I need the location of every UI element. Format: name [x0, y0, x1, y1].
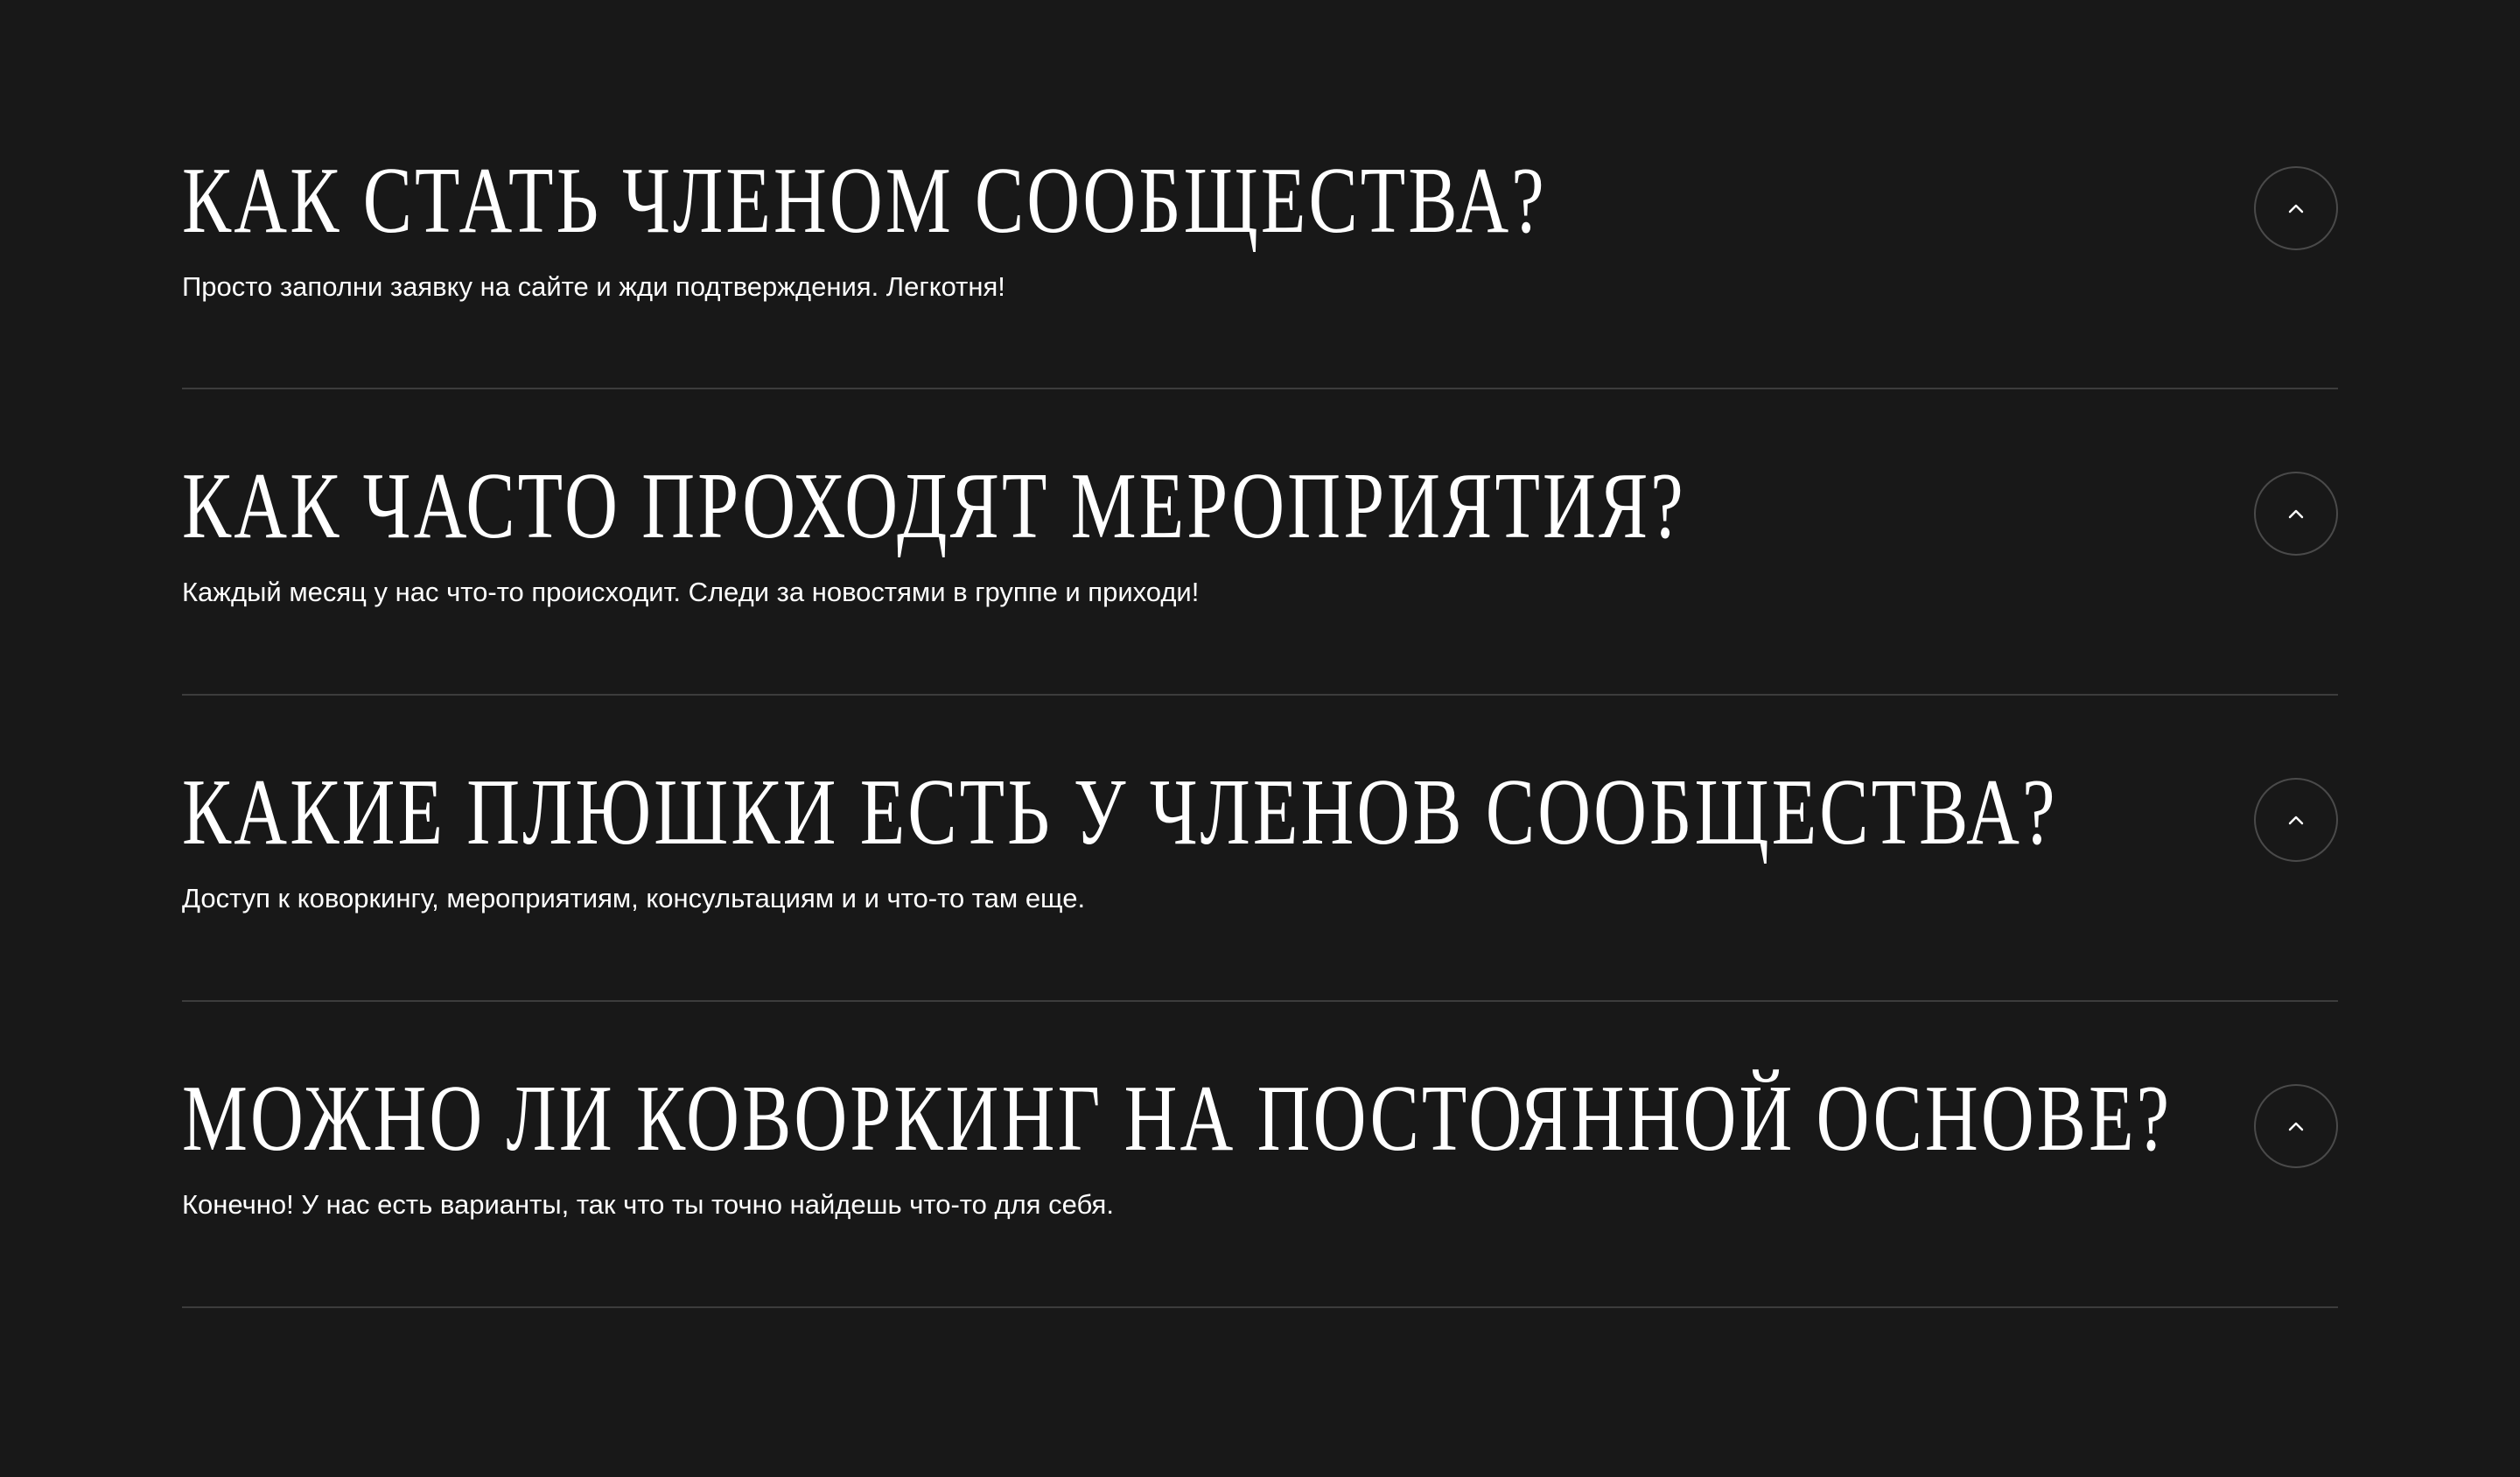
faq-answer: Просто заполни заявку на сайте и жди под…: [182, 271, 1005, 302]
faq-answer: Конечно! У нас есть варианты, так что ты…: [182, 1189, 1114, 1220]
chevron-up-icon: [2288, 204, 2304, 214]
faq-question[interactable]: КАК СТАТЬ ЧЛЕНОМ СООБЩЕСТВА?: [182, 154, 1547, 248]
faq-item: КАКИЕ ПЛЮШКИ ЕСТЬ У ЧЛЕНОВ СООБЩЕСТВА? Д…: [182, 696, 2338, 1002]
chevron-up-icon: [2288, 1122, 2304, 1131]
faq-question[interactable]: КАК ЧАСТО ПРОХОДЯТ МЕРОПРИЯТИЯ?: [182, 459, 1686, 554]
faq-item: МОЖНО ЛИ КОВОРКИНГ НА ПОСТОЯННОЙ ОСНОВЕ?…: [182, 1002, 2338, 1308]
chevron-up-icon: [2288, 509, 2304, 519]
faq-list: КАК СТАТЬ ЧЛЕНОМ СООБЩЕСТВА? Просто запо…: [182, 0, 2338, 1308]
faq-answer: Каждый месяц у нас что-то происходит. Сл…: [182, 577, 1200, 607]
faq-answer: Доступ к коворкингу, мероприятиям, консу…: [182, 883, 1086, 914]
faq-question[interactable]: КАКИЕ ПЛЮШКИ ЕСТЬ У ЧЛЕНОВ СООБЩЕСТВА?: [182, 766, 2058, 860]
faq-item: КАК ЧАСТО ПРОХОДЯТ МЕРОПРИЯТИЯ? Каждый м…: [182, 389, 2338, 696]
faq-question[interactable]: МОЖНО ЛИ КОВОРКИНГ НА ПОСТОЯННОЙ ОСНОВЕ?: [182, 1072, 2172, 1166]
faq-toggle-button[interactable]: [2254, 1084, 2338, 1168]
faq-item: КАК СТАТЬ ЧЛЕНОМ СООБЩЕСТВА? Просто запо…: [182, 84, 2338, 389]
faq-toggle-button[interactable]: [2254, 472, 2338, 556]
faq-toggle-button[interactable]: [2254, 166, 2338, 250]
faq-toggle-button[interactable]: [2254, 778, 2338, 862]
chevron-up-icon: [2288, 816, 2304, 825]
